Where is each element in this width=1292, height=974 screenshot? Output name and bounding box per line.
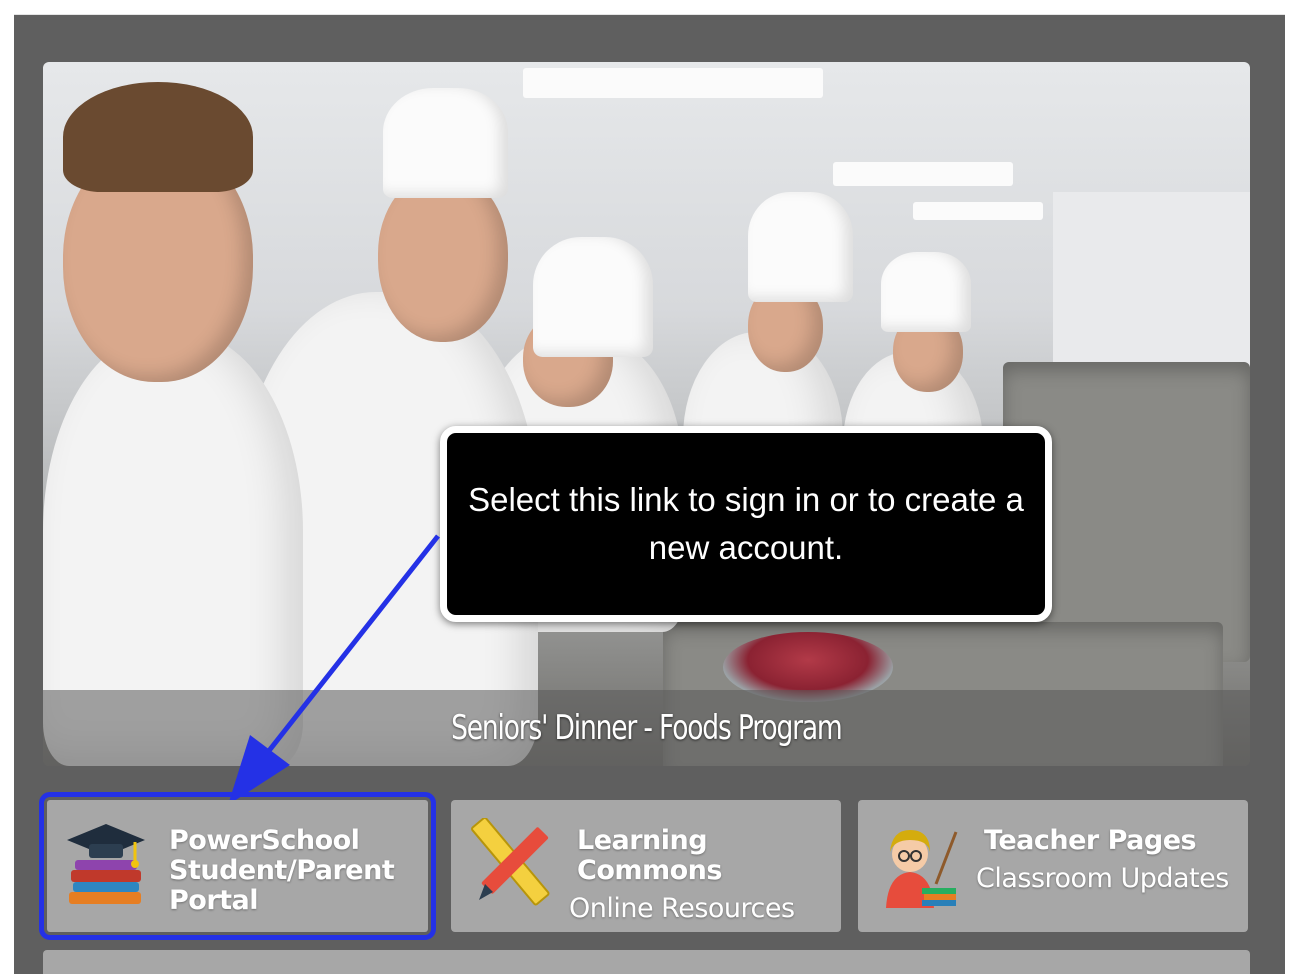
next-tile-row xyxy=(43,950,1250,974)
slide-caption: Seniors' Dinner - Foods Program xyxy=(451,708,843,748)
chef-hat xyxy=(383,88,508,198)
callout-text: Select this link to sign in or to create… xyxy=(468,481,1024,566)
teacher-icon xyxy=(886,830,958,908)
chef-hat xyxy=(533,237,653,357)
chef-hat xyxy=(748,192,853,302)
teacher-pages-tile[interactable]: Teacher Pages Classroom Updates xyxy=(858,800,1248,932)
powerschool-portal-tile[interactable]: PowerSchool Student/Parent Portal xyxy=(39,792,436,940)
pencil-ruler-icon xyxy=(471,818,550,906)
slide-caption-bar: Seniors' Dinner - Foods Program xyxy=(43,690,1250,766)
learning-commons-tile[interactable]: Learning Commons Online Resources xyxy=(451,800,841,932)
ceiling-light xyxy=(523,68,823,98)
graduation-cap-books-icon xyxy=(67,824,145,904)
student-hair xyxy=(63,82,253,192)
slideshow[interactable]: Seniors' Dinner - Foods Program xyxy=(43,62,1250,766)
tile-title: PowerSchool Student/Parent Portal xyxy=(169,825,395,916)
ceiling-light xyxy=(913,202,1043,220)
chef-hat xyxy=(881,252,971,332)
tile-subtitle: Classroom Updates xyxy=(976,863,1229,894)
tile-title: Teacher Pages xyxy=(984,825,1197,856)
tile-title: Learning Commons xyxy=(577,825,722,886)
instruction-callout: Select this link to sign in or to create… xyxy=(440,426,1052,622)
ceiling-light xyxy=(833,162,1013,186)
tile-subtitle: Online Resources xyxy=(569,893,795,924)
